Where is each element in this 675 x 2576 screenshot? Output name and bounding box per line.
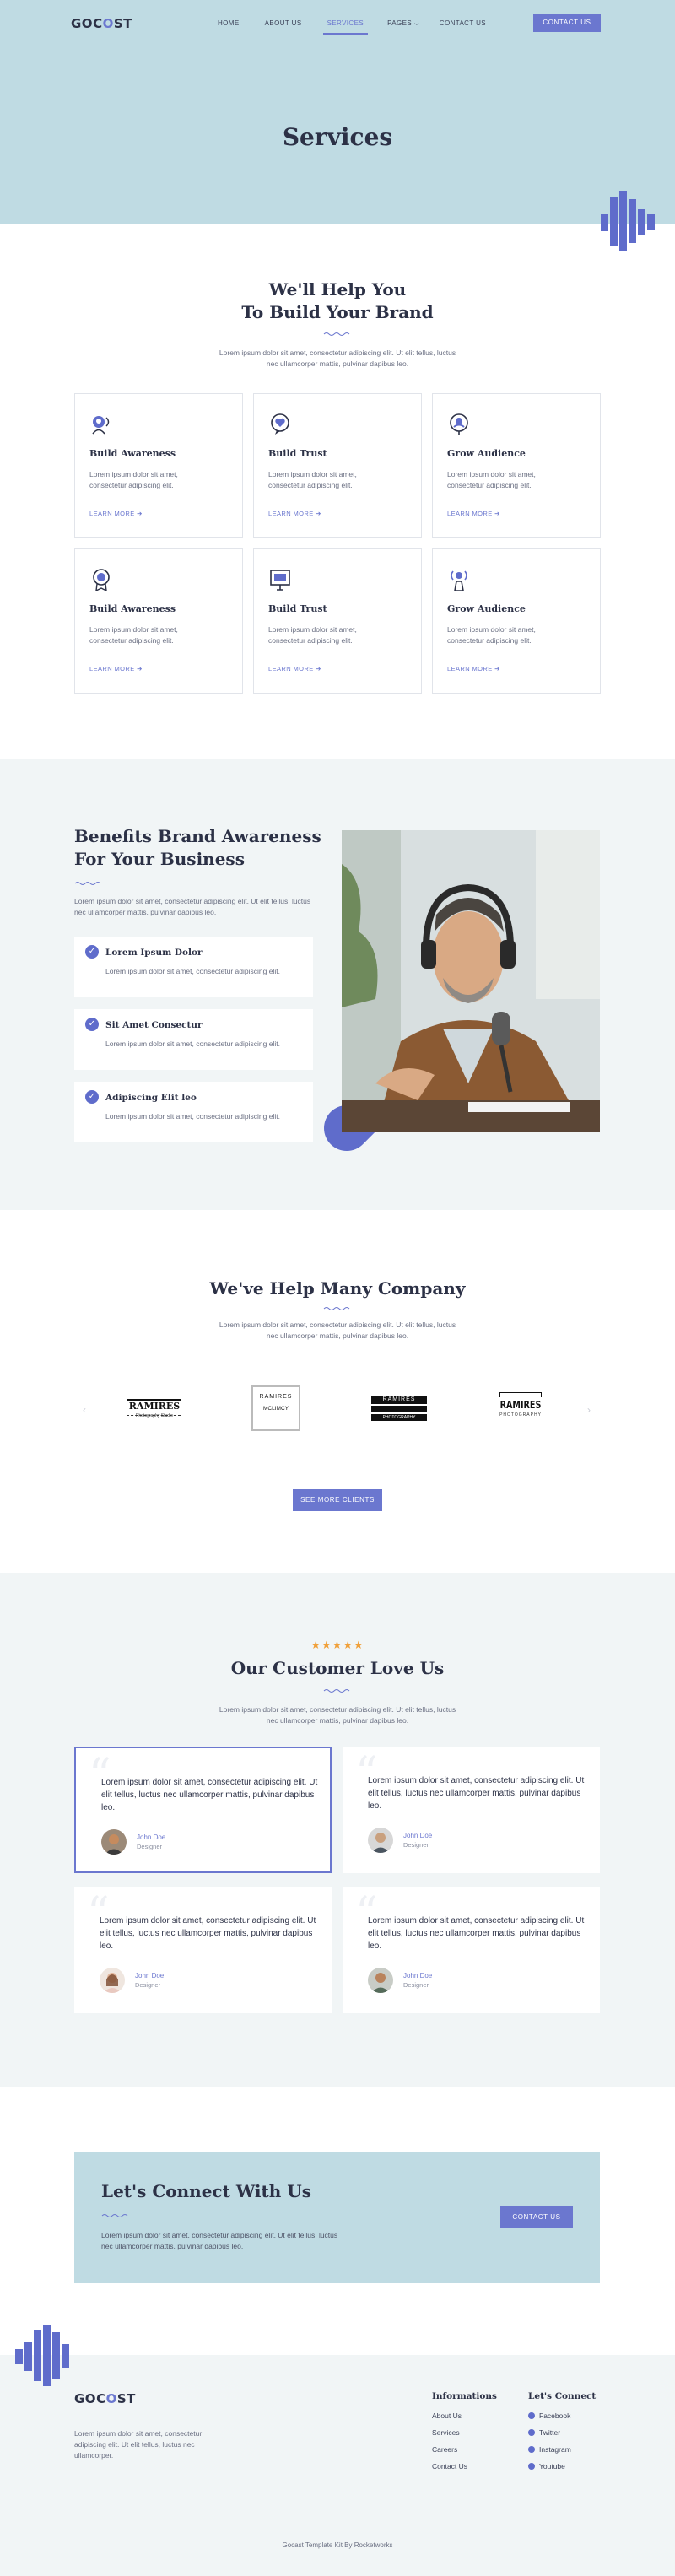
- award-badge-icon: [93, 569, 110, 591]
- service-card: Grow Audience Lorem ipsum dolor sit amet…: [432, 393, 601, 538]
- clients-description: Lorem ipsum dolor sit amet, consectetur …: [219, 1320, 456, 1340]
- instagram-link[interactable]: Instagram: [528, 2445, 596, 2462]
- check-circle-icon: ✓: [85, 945, 99, 959]
- arrow-right-icon: ➔: [494, 510, 500, 517]
- site-footer: GOCOST Lorem ipsum dolor sit amet, conse…: [0, 2355, 675, 2576]
- connect-section: Let's Connect With Us Lorem ipsum dolor …: [0, 2087, 675, 2386]
- avatar: [368, 1968, 393, 1993]
- footer-link-services[interactable]: Services: [432, 2428, 497, 2445]
- learn-more-link[interactable]: LEARN MORE ➔: [447, 510, 500, 517]
- help-description: Lorem ipsum dolor sit amet, consectetur …: [219, 348, 456, 368]
- client-logo: RAMIRES Photography Studio: [123, 1385, 186, 1431]
- broadcast-user-icon: [451, 570, 467, 591]
- service-card: Grow Audience Lorem ipsum dolor sit amet…: [432, 548, 601, 694]
- testimonial-card[interactable]: “ Lorem ipsum dolor sit amet, consectetu…: [74, 1747, 332, 1873]
- service-card: Build Awareness Lorem ipsum dolor sit am…: [74, 393, 243, 538]
- nav-item-services[interactable]: SERVICES: [322, 19, 368, 35]
- contact-us-button[interactable]: CONTACT US: [500, 2206, 573, 2228]
- nav-item-pages[interactable]: PAGES ⌵: [387, 19, 419, 28]
- avatar: [368, 1828, 393, 1853]
- service-card: Build Trust Lorem ipsum dolor sit amet, …: [253, 393, 422, 538]
- sound-wave-decoration: [15, 2325, 74, 2386]
- clients-section: We've Help Many Company Lorem ipsum dolo…: [0, 1210, 675, 1573]
- learn-more-link[interactable]: LEARN MORE ➔: [89, 510, 143, 517]
- footer-link-careers[interactable]: Careers: [432, 2445, 497, 2462]
- see-more-clients-button[interactable]: SEE MORE CLIENTS: [293, 1489, 382, 1511]
- footer-link-about[interactable]: About Us: [432, 2411, 497, 2428]
- instagram-icon: [528, 2446, 535, 2453]
- header-contact-button[interactable]: CONTACT US: [533, 14, 601, 32]
- facebook-link[interactable]: Facebook: [528, 2411, 596, 2428]
- nav-item-home[interactable]: HOME: [218, 19, 240, 28]
- benefits-title: Benefits Brand Awareness For Your Busine…: [74, 826, 321, 869]
- service-card: Build Trust Lorem ipsum dolor sit amet, …: [253, 548, 422, 694]
- client-logo: RAMIRES PHOTOGRAPHY: [493, 1385, 548, 1431]
- hero-section: GOCOST HOME ABOUT US SERVICES PAGES ⌵ CON…: [0, 0, 675, 251]
- testimonial-card[interactable]: “ Lorem ipsum dolor sit amet, consectetu…: [343, 1887, 600, 2013]
- squiggle-divider: [323, 332, 350, 336]
- benefit-item: ✓ Adipiscing Elit leo Lorem ipsum dolor …: [74, 1082, 313, 1142]
- clients-title: We've Help Many Company: [209, 1278, 466, 1299]
- check-circle-icon: ✓: [85, 1090, 99, 1104]
- footer-link-contact[interactable]: Contact Us: [432, 2462, 497, 2479]
- squiggle-divider: [323, 1689, 350, 1693]
- service-card: Build Awareness Lorem ipsum dolor sit am…: [74, 548, 243, 694]
- nav-item-contact[interactable]: CONTACT US: [440, 19, 486, 28]
- site-logo[interactable]: GOCOST: [71, 16, 132, 31]
- benefit-item: ✓ Sit Amet Consectur Lorem ipsum dolor s…: [74, 1009, 313, 1070]
- client-logo: RAMIRES PHOTOGRAPHY: [371, 1385, 427, 1431]
- squiggle-divider: [101, 2214, 128, 2217]
- testimonials-section: ★★★★★ Our Customer Love Us Lorem ipsum d…: [0, 1573, 675, 2087]
- learn-more-link[interactable]: LEARN MORE ➔: [89, 665, 143, 672]
- top-navigation: GOCOST HOME ABOUT US SERVICES PAGES ⌵ CON…: [0, 0, 675, 47]
- testimonials-title: Our Customer Love Us: [230, 1658, 445, 1678]
- presentation-icon: [270, 570, 290, 591]
- footer-info-column: Informations About Us Services Careers C…: [432, 2391, 497, 2479]
- avatar: [101, 1829, 127, 1855]
- testimonial-card[interactable]: “ Lorem ipsum dolor sit amet, consectetu…: [74, 1887, 332, 2013]
- facebook-icon: [528, 2412, 535, 2419]
- check-circle-icon: ✓: [85, 1018, 99, 1031]
- youtube-link[interactable]: Youtube: [528, 2462, 596, 2479]
- squiggle-divider: [323, 1307, 350, 1310]
- carousel-prev-icon[interactable]: ‹: [83, 1404, 86, 1416]
- twitter-icon: [528, 2429, 535, 2436]
- main-menu: HOME ABOUT US SERVICES PAGES ⌵ CONTACT US: [218, 19, 508, 35]
- youtube-icon: [528, 2463, 535, 2470]
- connect-banner: Let's Connect With Us Lorem ipsum dolor …: [74, 2152, 600, 2283]
- arrow-right-icon: ➔: [316, 665, 321, 672]
- footer-social-column: Let's Connect Facebook Twitter Instagram…: [528, 2391, 596, 2479]
- podcaster-photo: [342, 830, 600, 1132]
- learn-more-link[interactable]: LEARN MORE ➔: [268, 510, 321, 517]
- rating-stars: ★★★★★: [310, 1639, 364, 1651]
- heart-chat-icon: [271, 413, 289, 435]
- carousel-next-icon[interactable]: ›: [587, 1404, 591, 1416]
- location-user-icon: [450, 413, 468, 435]
- help-title: We'll Help You To Build Your Brand: [241, 279, 434, 322]
- squiggle-divider: [74, 882, 101, 885]
- benefit-item: ✓ Lorem Ipsum Dolor Lorem ipsum dolor si…: [74, 937, 313, 997]
- chevron-down-icon: ⌵: [414, 21, 419, 27]
- arrow-right-icon: ➔: [494, 665, 500, 672]
- testimonial-card[interactable]: “ Lorem ipsum dolor sit amet, consectetu…: [343, 1747, 600, 1873]
- arrow-right-icon: ➔: [316, 510, 321, 517]
- arrow-right-icon: ➔: [137, 510, 143, 517]
- learn-more-link[interactable]: LEARN MORE ➔: [447, 665, 500, 672]
- learn-more-link[interactable]: LEARN MORE ➔: [268, 665, 321, 672]
- arrow-right-icon: ➔: [137, 665, 143, 672]
- testimonials-description: Lorem ipsum dolor sit amet, consectetur …: [219, 1705, 456, 1725]
- megaphone-user-icon: [92, 416, 110, 435]
- page-title: Services: [282, 123, 393, 151]
- twitter-link[interactable]: Twitter: [528, 2428, 596, 2445]
- avatar: [100, 1968, 125, 1993]
- copyright-text: Gocast Template Kit By Rocketworks: [282, 2541, 393, 2549]
- client-logo: RAMIRES MCLIMCY: [251, 1385, 300, 1431]
- footer-logo[interactable]: GOCOST: [74, 2391, 136, 2406]
- help-section: We'll Help You To Build Your Brand Lorem…: [0, 224, 675, 759]
- benefits-section: Benefits Brand Awareness For Your Busine…: [0, 759, 675, 1210]
- nav-item-about[interactable]: ABOUT US: [265, 19, 302, 28]
